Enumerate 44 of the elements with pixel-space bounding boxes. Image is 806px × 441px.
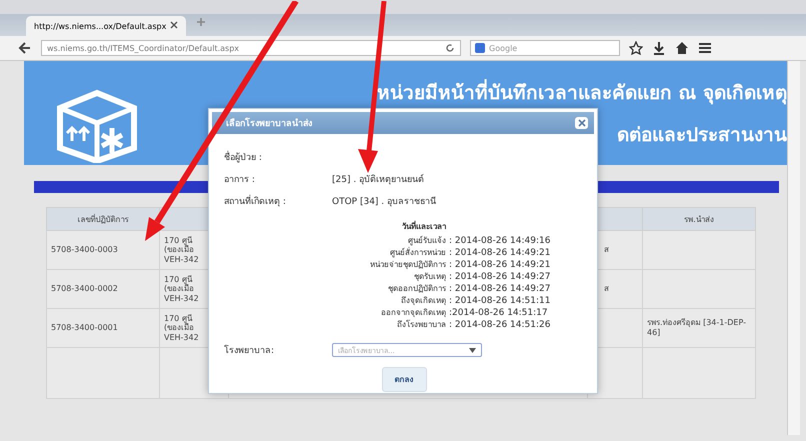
page-title: หน่วยมีหน้าที่บันทึกเวลาและคัดแยก ณ จุดเกิดเหตุ — [376, 77, 787, 107]
dropdown-caret-icon — [469, 348, 476, 352]
search-field[interactable]: Google — [470, 40, 620, 56]
back-icon[interactable] — [18, 41, 32, 55]
table-cell: 5708-3400-0001 — [46, 308, 160, 348]
reload-icon — [445, 43, 455, 53]
field-label: อาการ : — [224, 174, 255, 186]
address-bar[interactable]: ws.niems.go.th/ITEMS_Coordinator/Default.aspx — [41, 40, 461, 56]
ok-button[interactable]: ตกลง — [382, 367, 426, 392]
time-value: :2014-08-26 14:51:17 — [449, 307, 549, 319]
page-subtitle: ดต่อและประสานงาน — [617, 123, 787, 148]
table-cell: รพร.ท่องศรีอุดม [34-1-DEP-46] — [642, 308, 756, 348]
table-cell: 5708-3400-0002 — [46, 270, 160, 308]
download-icon[interactable] — [652, 41, 666, 55]
dialog-title: เลือกโรงพยาบาลนำส่ง — [226, 116, 312, 130]
time-value: : 2014-08-26 14:51:26 — [449, 319, 552, 331]
close-icon[interactable] — [170, 21, 178, 31]
star-icon[interactable] — [629, 41, 643, 55]
field-value: [25] . อุบัติเหตุยานยนต์ — [332, 173, 424, 186]
time-value: : 2014-08-26 14:49:27 — [449, 271, 552, 283]
browser-tab[interactable]: http://ws.niems...ox/Default.aspx — [26, 16, 186, 36]
search-engine-icon — [475, 43, 485, 53]
time-label: ชุดรับเหตุ — [413, 271, 447, 283]
close-icon[interactable] — [575, 117, 588, 129]
home-icon[interactable] — [675, 41, 689, 55]
time-value: : 2014-08-26 14:51:11 — [449, 295, 552, 307]
column-header: รพ.นำส่ง — [642, 208, 756, 230]
time-label: หน่วยจ่ายชุดปฏิบัติการ — [369, 259, 447, 271]
time-label: ออกจากจุดเกิดเหตุ — [380, 307, 447, 319]
menu-icon[interactable] — [698, 41, 712, 55]
column-header: เลขที่ปฏิบัติการ — [46, 208, 160, 230]
time-value: : 2014-08-26 14:49:21 — [449, 259, 552, 271]
time-label: ชุดออกปฏิบัติการ — [387, 283, 447, 295]
field-label: ชื่อผู้ป่วย : — [224, 150, 262, 164]
field-label: สถานที่เกิดเหตุ : — [224, 194, 286, 208]
time-value: : 2014-08-26 14:49:16 — [449, 235, 552, 247]
time-value: : 2014-08-26 14:49:27 — [449, 283, 552, 295]
time-value: : 2014-08-26 14:49:21 — [449, 247, 552, 259]
time-label: ศูนย์สั่งการหน่วย — [389, 247, 447, 259]
field-value: OTOP [34] . อุบลราชธานี — [332, 196, 436, 208]
times-heading: วันที่และเวลา — [401, 220, 447, 233]
time-label: ถึงจุดเกิดเหตุ — [400, 295, 447, 307]
time-label: ถึงโรงพยาบาล — [396, 319, 447, 331]
time-label: ศูนย์รับแจ้ง — [407, 235, 447, 247]
